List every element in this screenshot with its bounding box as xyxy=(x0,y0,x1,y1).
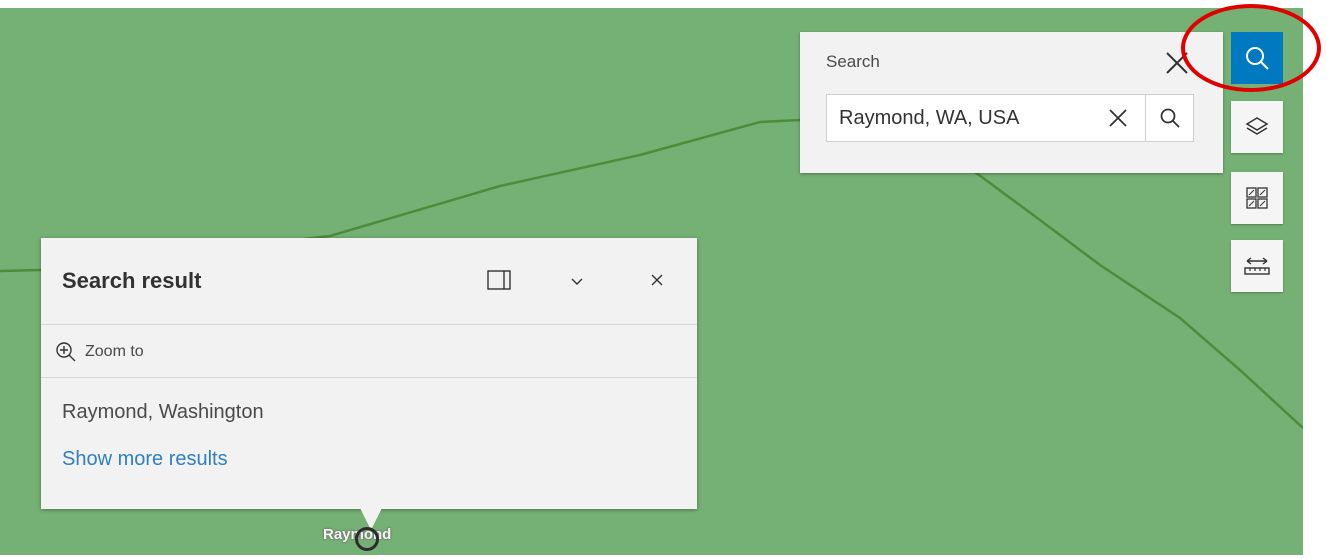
search-icon xyxy=(1246,47,1269,70)
frame-bottom xyxy=(0,555,1327,559)
popup-header: Search result xyxy=(41,238,697,325)
search-input[interactable] xyxy=(827,95,1097,141)
frame-right xyxy=(1303,0,1327,559)
search-title: Search xyxy=(826,52,880,71)
result-name: Raymond, Washington xyxy=(62,401,264,423)
layers-icon xyxy=(1245,117,1269,135)
frame-top xyxy=(0,0,1327,8)
dock-icon[interactable] xyxy=(485,266,513,294)
basemap-gallery-button[interactable] xyxy=(1231,172,1283,224)
popup-title: Search result xyxy=(62,268,202,293)
zoom-to-button[interactable]: Zoom to xyxy=(55,339,144,365)
measure-button[interactable] xyxy=(1231,240,1283,292)
clear-icon[interactable] xyxy=(1103,103,1133,133)
measure-icon xyxy=(1244,257,1270,275)
popup-actions: Zoom to xyxy=(41,325,697,378)
search-icon xyxy=(1160,108,1180,128)
chevron-down-icon[interactable] xyxy=(563,268,591,296)
location-marker[interactable] xyxy=(355,527,379,551)
zoom-to-label: Zoom to xyxy=(85,343,144,360)
layers-button[interactable] xyxy=(1231,101,1283,153)
show-more-results-link[interactable]: Show more results xyxy=(62,448,228,471)
basemap-gallery-icon xyxy=(1246,187,1268,209)
zoom-in-icon xyxy=(56,342,76,362)
search-panel: Search xyxy=(800,32,1223,173)
search-box xyxy=(826,94,1194,142)
search-submit-button[interactable] xyxy=(1145,95,1194,141)
search-result-popup: Search result Zoom to Raymond, Washingto… xyxy=(41,238,697,530)
close-icon[interactable] xyxy=(1162,48,1192,78)
close-icon[interactable] xyxy=(643,266,671,294)
search-tool-button[interactable] xyxy=(1231,32,1283,84)
